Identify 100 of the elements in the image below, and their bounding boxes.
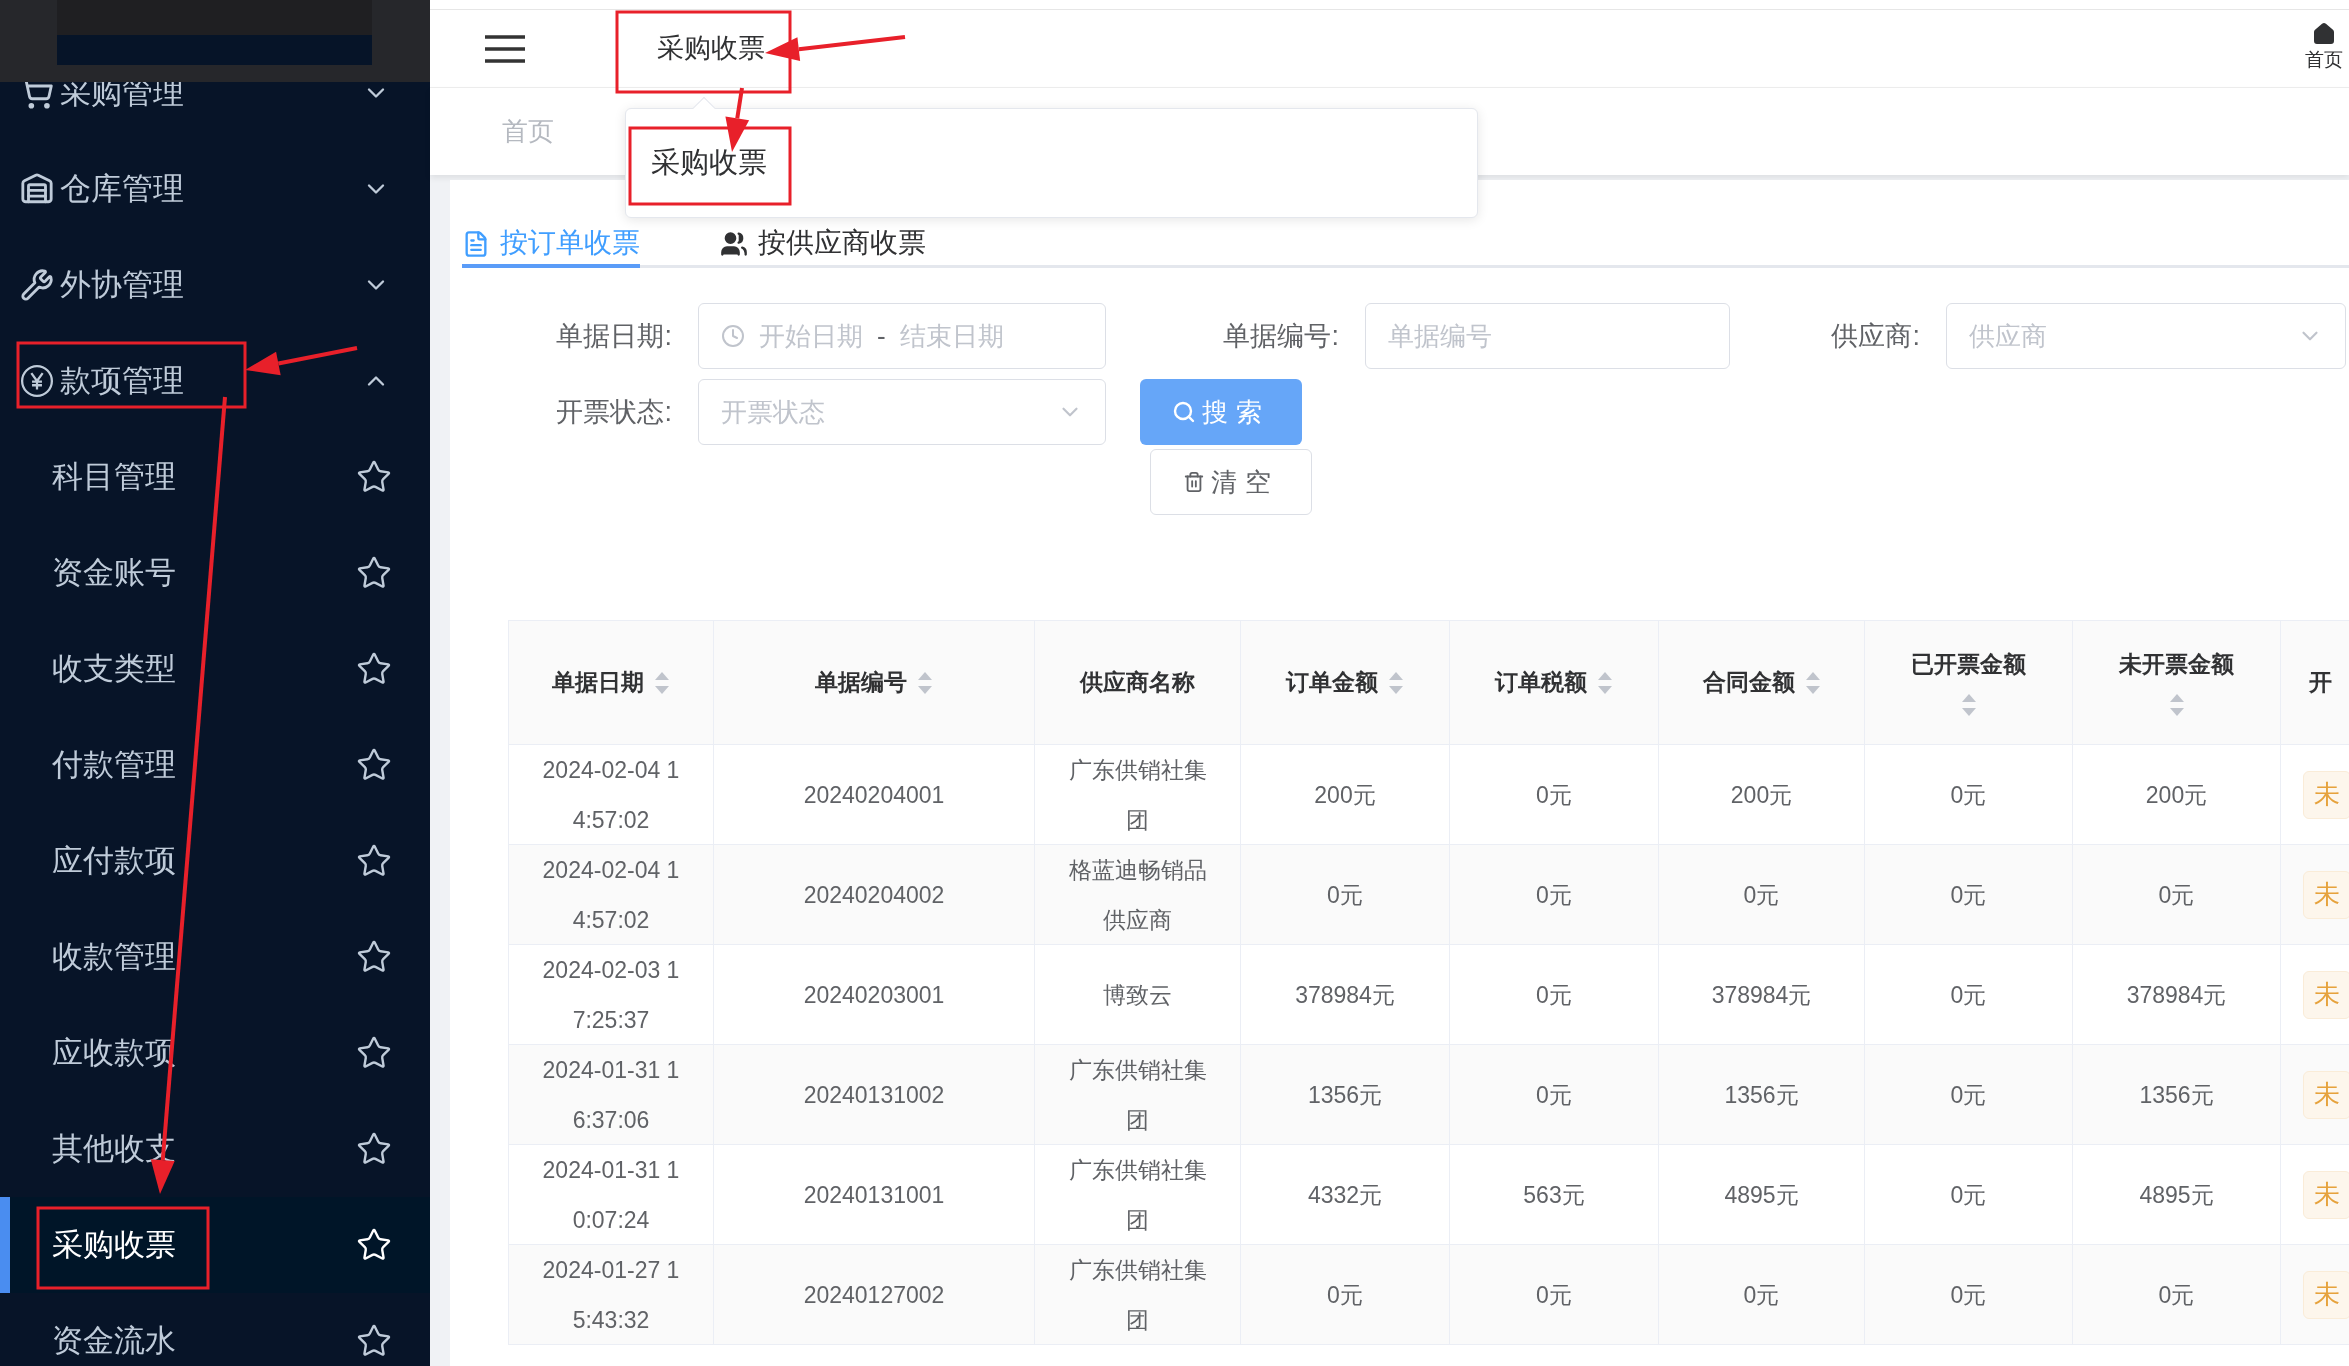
table-row[interactable]: 2024-02-04 14:57:02 20240204001 广东供销社集团 200元 0元 200元 0元 200元 未 (509, 745, 2349, 845)
breadcrumb[interactable]: 采购收票 (657, 28, 765, 69)
table-row[interactable]: 2024-01-27 15:43:32 20240127002 广东供销社集团 0元 0元 0元 0元 0元 未 (509, 1245, 2349, 1345)
table-cell-text: 200元 (2145, 780, 2208, 810)
table-row[interactable]: 2024-01-31 16:37:06 20240131002 广东供销社集团 1356元 0元 1356元 0元 1356元 未 (509, 1045, 2349, 1145)
table-cell-text: 1356元 (1724, 1080, 1799, 1110)
field-label: 单据编号: (1223, 319, 1339, 353)
star-icon[interactable] (356, 651, 392, 687)
star-icon[interactable] (356, 1035, 392, 1071)
table-cell-text: 广东供销社集团 (1067, 1255, 1208, 1335)
table-cell-text: 广东供销社集团 (1067, 755, 1208, 835)
table-cell-text: 378984元 (2126, 980, 2227, 1010)
star-icon[interactable] (356, 843, 392, 879)
table-cell-text: 20240127002 (803, 1280, 945, 1310)
table-row[interactable]: 2024-02-04 14:57:02 20240204002 格蓝迪畅销品供应商 0元 0元 0元 0元 0元 未 (509, 845, 2349, 945)
table-cell-text: 20240204001 (803, 780, 945, 810)
table-cell-text: 0元 (1950, 1080, 1987, 1110)
table-cell-text: 0元 (2158, 1280, 2195, 1310)
table-cell-text: 0元 (1536, 980, 1572, 1010)
table-cell-text: 2024-02-04 14:57:02 (542, 855, 680, 935)
table-cell-text: 0元 (1536, 1080, 1572, 1110)
table-cell-text: 2024-01-31 16:37:06 (542, 1055, 680, 1135)
table-cell-text: 1356元 (1307, 1080, 1383, 1110)
status-tag: 未 (2303, 1070, 2349, 1119)
table-row[interactable]: 2024-01-31 10:07:24 20240131001 广东供销社集团 4332元 563元 4895元 0元 4895元 未 (509, 1145, 2349, 1245)
field-label: 开票状态: (556, 395, 672, 429)
yen-icon (20, 364, 54, 398)
table-cell-text: 广东供销社集团 (1067, 1055, 1208, 1135)
menu-item[interactable]: 付款管理 (0, 717, 430, 813)
menu-item[interactable]: 资金账号 (0, 525, 430, 621)
table-cell-text: 4895元 (1724, 1180, 1799, 1210)
table-cell-text: 0元 (1743, 880, 1780, 910)
table-cell-text: 0元 (1327, 880, 1363, 910)
table-cell-text: 20240203001 (803, 980, 945, 1010)
table-cell-text: 0元 (1950, 1280, 1987, 1310)
field-label: 供应商: (1831, 319, 1920, 353)
table-cell-text: 4895元 (2139, 1180, 2214, 1210)
table-cell-text: 格蓝迪畅销品供应商 (1067, 855, 1208, 935)
warehouse-icon (20, 172, 54, 206)
star-icon[interactable] (356, 555, 392, 591)
text-field[interactable]: 单据编号 (1365, 303, 1730, 369)
table-cell-text: 0元 (1536, 880, 1572, 910)
table-cell-text: 200元 (1314, 780, 1376, 810)
status-tag: 未 (2303, 770, 2349, 819)
table-cell-text: 563元 (1523, 1180, 1585, 1210)
table-cell-text: 0元 (1950, 980, 1987, 1010)
table-cell-text: 4332元 (1307, 1180, 1383, 1210)
date-range-field[interactable]: 开始日期 - 结束日期 (698, 303, 1106, 369)
star-icon[interactable] (356, 747, 392, 783)
menu-group-label: 外协管理 (60, 265, 184, 304)
table-row[interactable]: 2024-02-03 17:25:37 20240203001 博致云 378984元 0元 378984元 0元 378984元 未 (509, 945, 2349, 1045)
table-cell-text: 200元 (1730, 780, 1793, 810)
menu-item[interactable]: 科目管理 (0, 429, 430, 525)
status-tag: 未 (2303, 970, 2349, 1019)
table-cell-text: 2024-01-27 15:43:32 (542, 1255, 680, 1335)
table-cell-text: 0元 (1327, 1280, 1363, 1310)
menu-icon[interactable] (485, 33, 525, 64)
table-cell-text: 0元 (1950, 780, 1987, 810)
clear-button[interactable]: 清空 (1150, 449, 1312, 515)
wrench-icon (20, 268, 54, 302)
table-cell-text: 0元 (1950, 880, 1987, 910)
table-cell-text: 20240204002 (803, 880, 945, 910)
table-cell-text: 20240131002 (803, 1080, 945, 1110)
table-cell-text: 广东供销社集团 (1067, 1155, 1208, 1235)
clock-icon (721, 324, 745, 348)
menu-item[interactable]: 采购收票 (0, 1197, 430, 1293)
status-tag: 未 (2303, 1170, 2349, 1219)
table-cell-text: 20240131001 (803, 1180, 945, 1210)
table-cell-text: 2024-02-04 14:57:02 (542, 755, 680, 835)
star-icon[interactable] (356, 1131, 392, 1167)
table-cell-text: 1356元 (2139, 1080, 2214, 1110)
table-cell-text: 0元 (1950, 1180, 1987, 1210)
status-tag: 未 (2303, 1270, 2349, 1319)
table-cell-text: 378984元 (1711, 980, 1812, 1010)
menu-item[interactable]: 收款管理 (0, 909, 430, 1005)
table-cell-text: 0元 (2158, 880, 2195, 910)
menu-group[interactable]: 仓库管理 (0, 141, 430, 237)
menu-group[interactable]: 外协管理 (0, 237, 430, 333)
table-cell-text: 2024-01-31 10:07:24 (542, 1155, 680, 1235)
menu-group-label: 仓库管理 (60, 169, 184, 208)
star-icon[interactable] (356, 1323, 392, 1359)
star-icon[interactable] (356, 459, 392, 495)
table-cell-text: 0元 (1536, 1280, 1572, 1310)
field-label: 单据日期: (556, 319, 672, 353)
menu-group-label: 款项管理 (60, 361, 184, 400)
table-cell-text: 2024-02-03 17:25:37 (542, 955, 680, 1035)
trash-icon (1183, 471, 1206, 493)
star-icon[interactable] (356, 1227, 392, 1263)
home-link[interactable]: 首页 (2305, 22, 2343, 75)
search-icon (1172, 400, 1197, 424)
table-cell-text: 0元 (1743, 1280, 1780, 1310)
table-cell-text: 博致云 (1102, 980, 1173, 1010)
star-icon[interactable] (356, 939, 392, 975)
menu-item[interactable]: 资金流水 (0, 1293, 430, 1366)
home-icon (2312, 22, 2336, 47)
menu-item[interactable]: 应付款项 (0, 813, 430, 909)
table-cell-text: 0元 (1536, 780, 1572, 810)
menu-item[interactable]: 收支类型 (0, 621, 430, 717)
menu-group[interactable]: 款项管理 (0, 333, 430, 429)
people-icon (720, 230, 748, 258)
